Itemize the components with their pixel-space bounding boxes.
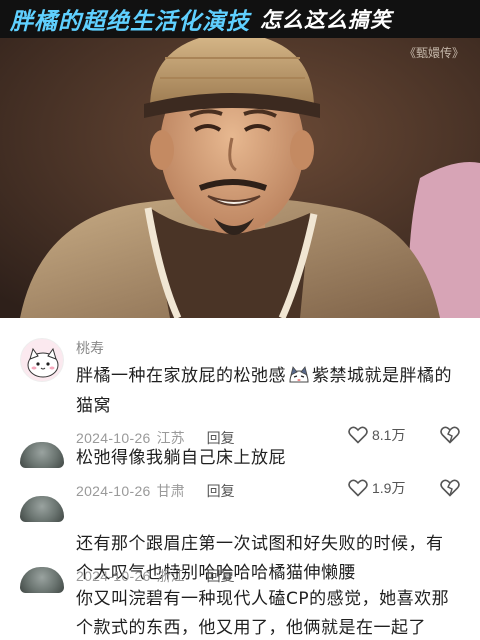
- reply-text: 你又叫浣碧有一种现代人磕CP的感觉，她喜欢那: [76, 589, 450, 609]
- comment-meta: 2024-10-26 甘肃 回复: [76, 481, 235, 501]
- heart-outline-icon: [348, 479, 368, 497]
- comment-location: 浙江: [156, 568, 185, 584]
- reply-text: 松弛得像我躺自己床上放屁: [76, 448, 286, 468]
- comment-meta-2: 2024-10-26 浙江 回复: [76, 566, 235, 586]
- reply-button[interactable]: 回复: [207, 481, 235, 501]
- comment-text: 胖橘一种在家放屁的松弛感 紫禁城就是胖橘的: [76, 361, 452, 391]
- cat-face-emoji: [289, 366, 309, 383]
- video-frame[interactable]: 胖橘的超绝生活化演技 怎么这么搞笑 《甄嬛传》: [0, 0, 480, 318]
- video-title-secondary: 怎么这么搞笑: [260, 8, 392, 32]
- like-button[interactable]: 1.9万: [348, 478, 405, 498]
- reply-text: 还有那个跟眉庄第一次试图和好失败的时候，有: [76, 534, 444, 554]
- comment-text-part2: 紫禁城就是胖橘的: [312, 366, 452, 386]
- comment-date: 2024-10-26: [76, 568, 151, 584]
- avatar[interactable]: [20, 338, 64, 382]
- comment-location: 甘肃: [156, 483, 185, 499]
- like-count: 8.1万: [372, 427, 406, 443]
- heart-outline-icon: [348, 426, 368, 444]
- comment-username[interactable]: 桃寿: [76, 338, 104, 358]
- comment-date: 2024-10-26: [76, 483, 151, 499]
- avatar[interactable]: [20, 496, 64, 522]
- avatar[interactable]: [20, 442, 64, 468]
- broken-heart-icon[interactable]: [440, 426, 460, 444]
- avatar[interactable]: [20, 567, 64, 593]
- comment-text-line2: 猫窝: [76, 396, 111, 416]
- like-count: 1.9万: [372, 480, 406, 496]
- like-button[interactable]: 8.1万: [348, 425, 405, 445]
- video-still-image: [0, 38, 480, 318]
- comment-text-part1: 胖橘一种在家放屁的松弛感: [76, 366, 286, 386]
- reply-text-line2: 个款式的东西，他又用了，他俩就是在一起了: [76, 618, 426, 638]
- comment-list[interactable]: 桃寿 胖橘一种在家放屁的松弛感 紫禁城就是胖橘的 猫窝 2024-10-26 江…: [0, 318, 480, 640]
- video-title-primary: 胖橘的超绝生活化演技: [10, 9, 250, 35]
- broken-heart-icon[interactable]: [440, 479, 460, 497]
- video-title-bar: 胖橘的超绝生活化演技 怎么这么搞笑: [0, 0, 480, 38]
- show-watermark: 《甄嬛传》: [403, 46, 464, 60]
- reply-button[interactable]: 回复: [207, 566, 235, 586]
